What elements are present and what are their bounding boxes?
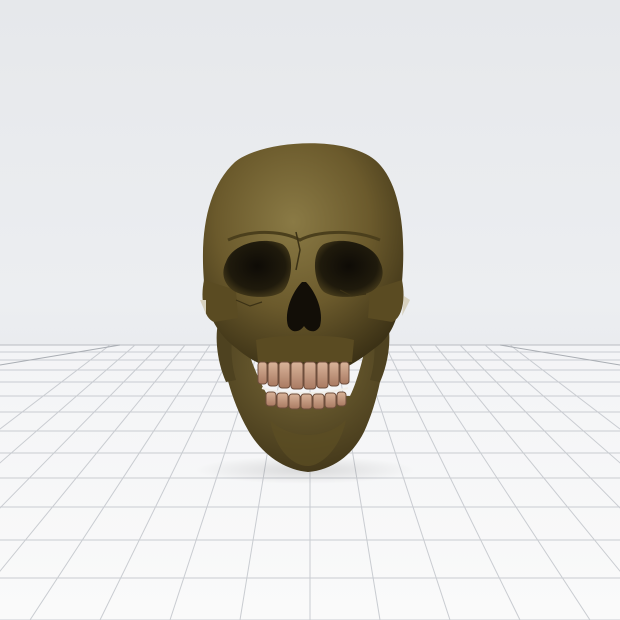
- highlight-left: [200, 300, 206, 314]
- scene-canvas: [0, 143, 620, 620]
- maxilla: [256, 335, 354, 362]
- skull-model[interactable]: [200, 143, 410, 472]
- lower-teeth: [265, 391, 347, 410]
- upper-teeth: [257, 361, 350, 390]
- 3d-viewport[interactable]: [0, 0, 620, 620]
